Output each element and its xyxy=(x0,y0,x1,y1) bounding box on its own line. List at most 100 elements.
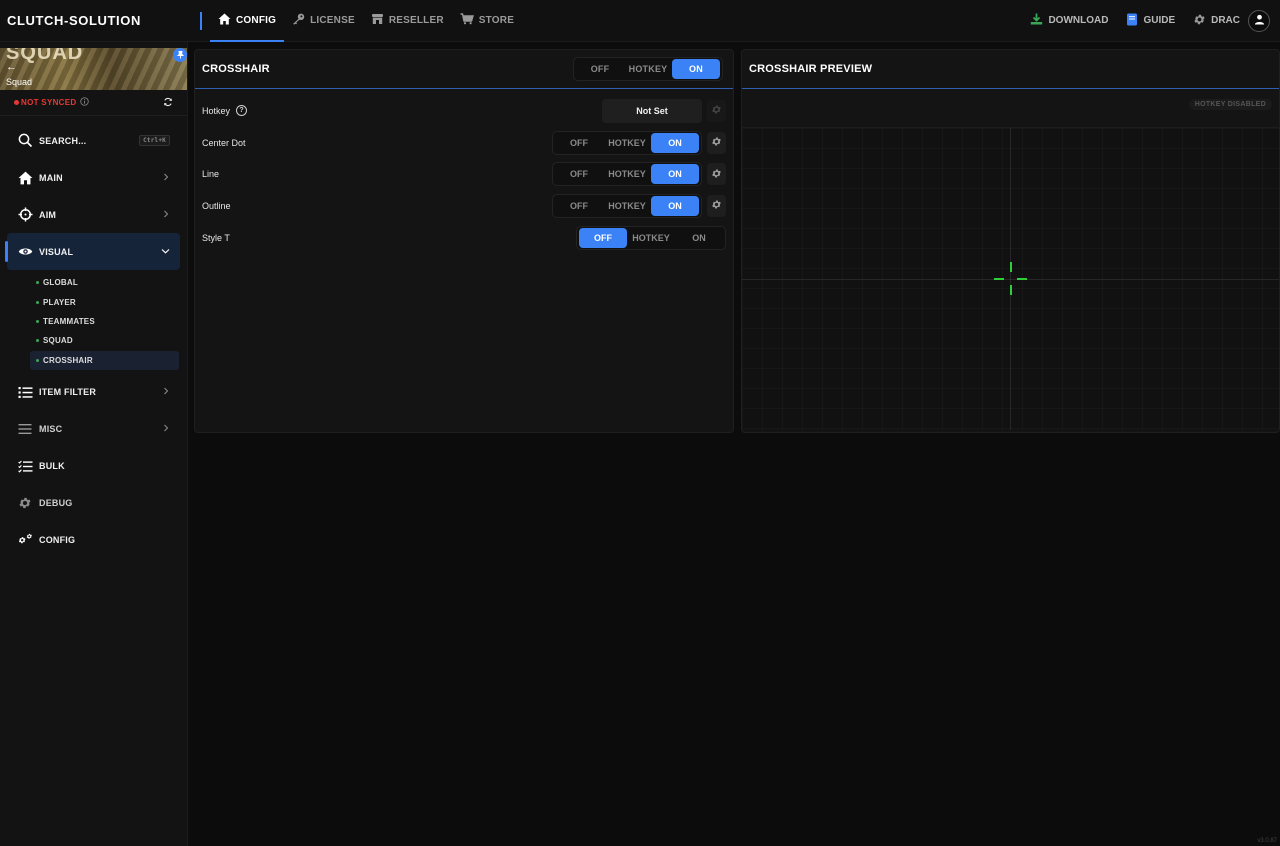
bullet-dot xyxy=(36,358,39,362)
key-icon xyxy=(292,13,305,28)
toggle-on[interactable]: ON xyxy=(651,164,699,185)
toggle-hotkey[interactable]: HOTKEY xyxy=(624,59,672,79)
guide-button[interactable]: GUIDE xyxy=(1126,13,1175,29)
setting-row-center-dot: Center Dot OFF HOTKEY ON xyxy=(195,127,733,159)
tab-config-label: CONFIG xyxy=(236,15,277,26)
setting-label: Line xyxy=(202,169,220,180)
pin-icon[interactable] xyxy=(173,48,187,62)
toggle-on[interactable]: ON xyxy=(651,132,699,153)
sidebar-item-main[interactable]: MAIN xyxy=(7,159,180,196)
crosshair-icon xyxy=(17,207,33,223)
setting-label-wrap: Hotkey ? xyxy=(202,105,248,117)
user-icon xyxy=(1254,12,1265,30)
sidebar-item-visual[interactable]: VISUAL xyxy=(5,233,180,270)
info-icon[interactable] xyxy=(80,97,90,108)
tri-toggle: OFF HOTKEY ON xyxy=(552,193,702,218)
game-card[interactable]: SQUAD ← Squad xyxy=(0,48,187,90)
sidebar-item-item-filter[interactable]: ITEM FILTER xyxy=(7,374,180,411)
toggle-on[interactable]: ON xyxy=(675,228,723,248)
sidebar-item-label: MISC xyxy=(39,424,63,435)
download-button[interactable]: DOWNLOAD xyxy=(1030,13,1108,28)
sidebar-item-misc[interactable]: MISC xyxy=(7,411,180,448)
refresh-icon[interactable] xyxy=(163,97,173,109)
settings-gear-button[interactable] xyxy=(707,99,726,122)
toggle-on[interactable]: ON xyxy=(672,59,720,79)
toggle-hotkey[interactable]: HOTKEY xyxy=(603,164,651,184)
toggle-hotkey[interactable]: HOTKEY xyxy=(603,196,651,216)
sidebar-item-aim[interactable]: AIM xyxy=(7,196,180,233)
sidebar: SQUAD ← Squad NOT SYNCED SEARCH... Ctrl+… xyxy=(0,42,188,846)
user-settings-button[interactable]: DRAC xyxy=(1193,13,1240,29)
chevron-right-icon xyxy=(162,210,170,220)
tab-license-label: LICENSE xyxy=(310,15,355,26)
tab-store[interactable]: STORE xyxy=(452,0,522,42)
sidebar-subitem-label: CROSSHAIR xyxy=(43,355,93,365)
eye-icon xyxy=(17,244,33,260)
toggle-off[interactable]: OFF xyxy=(555,196,603,216)
crosshair-preview-panel: CROSSHAIR PREVIEW HOTKEY DISABLED xyxy=(741,49,1280,433)
game-name: Squad xyxy=(6,77,33,87)
chevron-right-icon xyxy=(162,173,170,183)
back-arrow-icon[interactable]: ← xyxy=(6,61,17,73)
sidebar-item-bulk[interactable]: BULK xyxy=(7,448,180,485)
toggle-off[interactable]: OFF xyxy=(555,164,603,184)
gears-icon xyxy=(17,532,33,548)
sidebar-item-debug[interactable]: DEBUG xyxy=(7,485,180,522)
avatar[interactable] xyxy=(1248,9,1270,32)
top-right-actions: DOWNLOAD GUIDE DRAC xyxy=(1030,9,1280,32)
toggle-off[interactable]: OFF xyxy=(579,227,627,248)
status-badge: HOTKEY DISABLED xyxy=(1188,98,1272,110)
settings-gear-button[interactable] xyxy=(707,194,726,217)
status-dot xyxy=(14,100,19,105)
visual-submenu: GLOBAL PLAYER TEAMMATES SQUAD CROSSHAIR xyxy=(0,273,187,370)
preview-axis-vertical xyxy=(1010,128,1011,430)
bullet-dot xyxy=(36,339,39,343)
sidebar-subitem-label: SQUAD xyxy=(43,336,73,346)
bullet-dot xyxy=(36,281,39,285)
gear-icon xyxy=(711,136,722,149)
sidebar-subitem-player[interactable]: PLAYER xyxy=(30,292,179,311)
setting-controls: OFF HOTKEY ON xyxy=(552,162,726,187)
setting-label: Hotkey xyxy=(202,105,231,116)
crosshair-preview-canvas xyxy=(742,127,1279,430)
guide-label: GUIDE xyxy=(1143,15,1176,26)
toggle-on[interactable]: ON xyxy=(651,195,699,216)
search-label: SEARCH... xyxy=(39,135,87,146)
panel-title: CROSSHAIR xyxy=(202,63,270,75)
bullet-dot xyxy=(36,319,39,323)
sidebar-subitem-teammates[interactable]: TEAMMATES xyxy=(30,312,179,331)
download-icon xyxy=(1030,13,1043,28)
toggle-off[interactable]: OFF xyxy=(555,133,603,153)
chevron-right-icon xyxy=(162,387,170,397)
setting-row-line: Line OFF HOTKEY ON xyxy=(195,158,733,190)
tab-config[interactable]: CONFIG xyxy=(210,0,285,42)
hotkey-bind-button[interactable]: Not Set xyxy=(602,98,702,123)
tab-reseller[interactable]: RESELLER xyxy=(363,0,452,42)
setting-label: Center Dot xyxy=(202,137,246,148)
sidebar-subitem-label: GLOBAL xyxy=(43,278,78,288)
settings-gear-button[interactable] xyxy=(707,131,726,154)
sidebar-item-label: ITEM FILTER xyxy=(39,387,97,398)
home-icon xyxy=(17,170,33,186)
toggle-off[interactable]: OFF xyxy=(576,59,624,79)
cart-icon xyxy=(460,13,474,28)
toggle-hotkey[interactable]: HOTKEY xyxy=(627,228,675,248)
setting-row-outline: Outline OFF HOTKEY ON xyxy=(195,190,733,222)
sidebar-subitem-global[interactable]: GLOBAL xyxy=(30,273,179,292)
setting-controls: OFF HOTKEY ON xyxy=(576,225,726,250)
panel-header: CROSSHAIR OFF HOTKEY ON xyxy=(195,50,733,89)
toggle-hotkey[interactable]: HOTKEY xyxy=(603,133,651,153)
panel-header: CROSSHAIR PREVIEW xyxy=(742,50,1279,89)
help-icon[interactable]: ? xyxy=(236,105,248,117)
tab-license[interactable]: LICENSE xyxy=(284,0,363,42)
sidebar-item-config[interactable]: CONFIG xyxy=(7,522,180,559)
gear-icon xyxy=(711,199,722,212)
gear-icon xyxy=(1193,13,1206,29)
settings-list: Hotkey ? Not Set Center Dot OFF HOTKEY O… xyxy=(195,89,733,253)
sidebar-subitem-squad[interactable]: SQUAD xyxy=(30,331,179,350)
sidebar-item-label: AIM xyxy=(39,209,57,220)
settings-gear-button[interactable] xyxy=(707,163,726,186)
sidebar-subitem-crosshair[interactable]: CROSSHAIR xyxy=(30,350,179,370)
search-button[interactable]: SEARCH... Ctrl+K xyxy=(7,122,180,159)
sidebar-item-label: CONFIG xyxy=(39,535,76,546)
